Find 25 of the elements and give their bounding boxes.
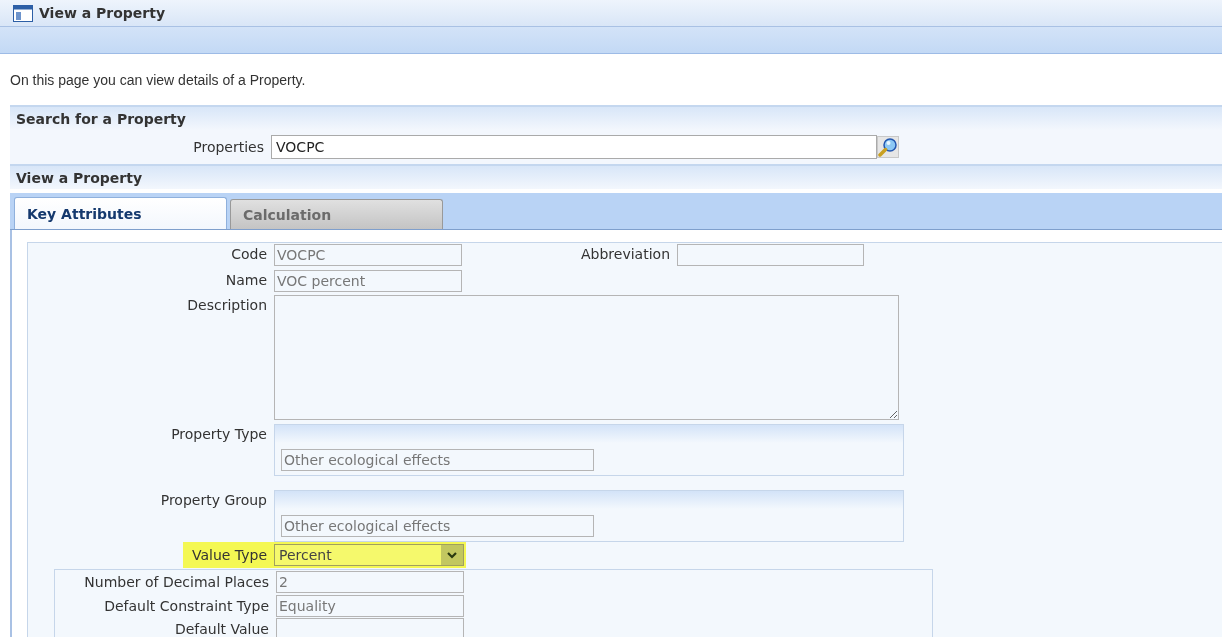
- input-field[interactable]: Other ecological effects: [281, 515, 594, 537]
- field-label: Property Group: [159, 491, 268, 510]
- input-field[interactable]: Other ecological effects: [281, 449, 594, 471]
- field-label: Name: [224, 271, 268, 290]
- section-header: View a Property: [10, 164, 1222, 189]
- input-field[interactable]: VOC percent: [274, 270, 462, 292]
- field-label: Default Value: [173, 620, 270, 637]
- window-title: View a Property: [39, 5, 166, 21]
- field-label: Description: [186, 296, 268, 315]
- field-label: Value Type: [190, 546, 268, 565]
- tab[interactable]: Key Attributes: [14, 197, 227, 229]
- section-header: Search for a Property: [10, 105, 1222, 130]
- tab[interactable]: Calculation: [230, 199, 443, 229]
- field-label: Properties: [192, 139, 265, 155]
- field-label: Code: [230, 245, 268, 264]
- field-label: Number of Decimal Places: [83, 573, 270, 592]
- input-field[interactable]: Equality: [276, 594, 464, 617]
- field-label: Default Constraint Type: [103, 596, 270, 616]
- field-label: Property Type: [170, 425, 268, 444]
- field-label: Abbreviation: [580, 245, 671, 264]
- input-field[interactable]: VOCPC: [274, 244, 462, 266]
- value-type-dropdown[interactable]: Percent: [274, 544, 464, 566]
- search-field[interactable]: VOCPC: [271, 135, 877, 159]
- input-field[interactable]: 2: [276, 571, 464, 593]
- intro-text: On this page you can view details of a Property.: [10, 72, 306, 88]
